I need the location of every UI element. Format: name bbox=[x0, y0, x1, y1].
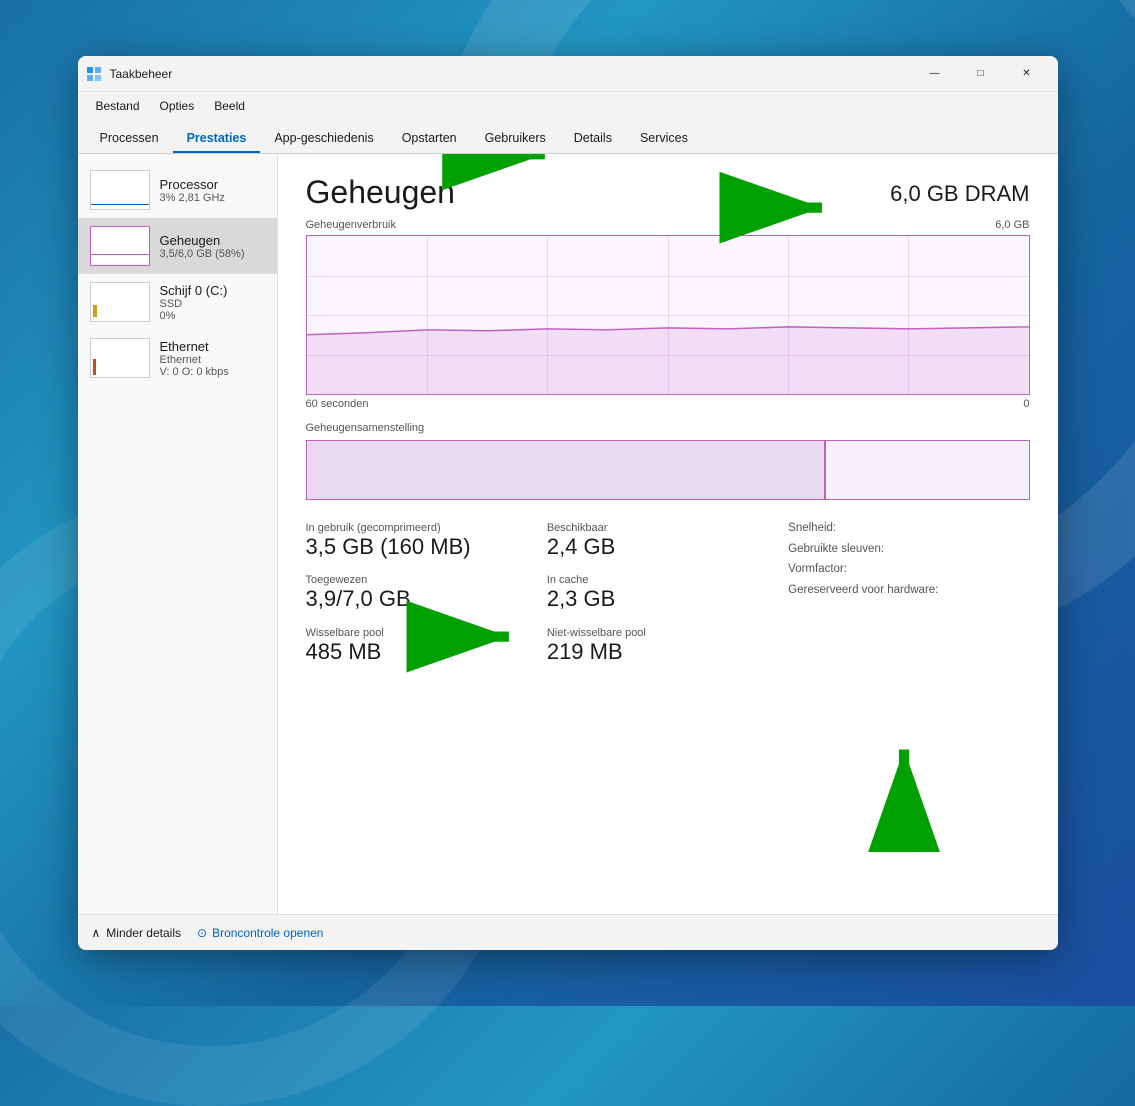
stats-col3: Snelheid: Gebruikte sleuven: Vormfactor:… bbox=[788, 518, 1029, 675]
tab-bar: Processen Prestaties App-geschiedenis Op… bbox=[78, 120, 1058, 154]
composition-section: Geheugensamenstelling bbox=[306, 422, 1030, 500]
disk-info: Schijf 0 (C:) SSD 0% bbox=[160, 283, 228, 322]
in-cache-label: In cache bbox=[547, 574, 788, 586]
niet-wisselbare-label: Niet-wisselbare pool bbox=[547, 627, 788, 639]
processor-name: Processor bbox=[160, 177, 225, 192]
toegewezen-value: 3,9/7,0 GB bbox=[306, 586, 547, 612]
vormfactor-label: Vormfactor: bbox=[788, 559, 1029, 580]
menu-beeld[interactable]: Beeld bbox=[204, 95, 255, 117]
in-gebruik-value: 3,5 GB (160 MB) bbox=[306, 534, 547, 560]
time-label: 60 seconden bbox=[306, 398, 369, 410]
in-gebruik-cell: In gebruik (gecomprimeerd) 3,5 GB (160 M… bbox=[306, 518, 547, 570]
beschikbaar-label: Beschikbaar bbox=[547, 522, 788, 534]
toegewezen-cell: Toegewezen 3,9/7,0 GB bbox=[306, 570, 547, 622]
usage-max: 6,0 GB bbox=[995, 219, 1029, 231]
toegewezen-label: Toegewezen bbox=[306, 574, 547, 586]
sidebar-item-disk[interactable]: Schijf 0 (C:) SSD 0% bbox=[78, 274, 277, 330]
tab-prestaties[interactable]: Prestaties bbox=[173, 125, 261, 153]
window-controls: — □ ✕ bbox=[912, 56, 1050, 92]
stats-col2: Beschikbaar 2,4 GB In cache 2,3 GB Niet-… bbox=[547, 518, 788, 675]
chart-section: Geheugenverbruik 6,0 GB bbox=[306, 219, 1030, 410]
menu-bestand[interactable]: Bestand bbox=[86, 95, 150, 117]
niet-wisselbare-value: 219 MB bbox=[547, 639, 788, 665]
disk-name: Schijf 0 (C:) bbox=[160, 283, 228, 298]
niet-wisselbare-cell: Niet-wisselbare pool 219 MB bbox=[547, 623, 788, 675]
processor-info: Processor 3% 2,81 GHz bbox=[160, 177, 225, 204]
detail-panel: Geheugen 6,0 GB DRAM Geheugenverbruik 6,… bbox=[278, 154, 1058, 914]
memory-thumbnail bbox=[90, 226, 150, 266]
tab-opstarten[interactable]: Opstarten bbox=[388, 125, 471, 153]
gereserveerd-label: Gereserveerd voor hardware: bbox=[788, 580, 1029, 601]
tab-services[interactable]: Services bbox=[626, 125, 702, 153]
chart-label-row: Geheugenverbruik 6,0 GB bbox=[306, 219, 1030, 231]
tab-app-geschiedenis[interactable]: App-geschiedenis bbox=[260, 125, 387, 153]
in-cache-cell: In cache 2,3 GB bbox=[547, 570, 788, 622]
ethernet-sub2: V: 0 O: 0 kbps bbox=[160, 366, 229, 378]
memory-chart bbox=[306, 235, 1030, 395]
tab-gebruikers[interactable]: Gebruikers bbox=[471, 125, 560, 153]
tab-details[interactable]: Details bbox=[560, 125, 626, 153]
wisselbare-cell: Wisselbare pool 485 MB bbox=[306, 623, 547, 675]
processor-thumbnail bbox=[90, 170, 150, 210]
ethernet-sub1: Ethernet bbox=[160, 354, 229, 366]
resource-monitor-link[interactable]: ⊙ Broncontrole openen bbox=[197, 926, 323, 940]
composition-bar bbox=[306, 440, 1030, 500]
in-gebruik-label: In gebruik (gecomprimeerd) bbox=[306, 522, 547, 534]
processor-sub: 3% 2,81 GHz bbox=[160, 192, 225, 204]
memory-info: Geheugen 3,5/6,0 GB (58%) bbox=[160, 233, 245, 260]
memory-sub: 3,5/6,0 GB (58%) bbox=[160, 248, 245, 260]
stats-grid: In gebruik (gecomprimeerd) 3,5 GB (160 M… bbox=[306, 518, 1030, 675]
ethernet-thumbnail bbox=[90, 338, 150, 378]
sidebar: Processor 3% 2,81 GHz Geheugen 3,5/6,0 G… bbox=[78, 154, 278, 914]
resource-monitor-icon: ⊙ bbox=[197, 926, 207, 940]
titlebar: Taakbeheer — □ ✕ bbox=[78, 56, 1058, 92]
composition-label: Geheugensamenstelling bbox=[306, 422, 1030, 434]
stats-col1: In gebruik (gecomprimeerd) 3,5 GB (160 M… bbox=[306, 518, 547, 675]
maximize-button[interactable]: □ bbox=[958, 56, 1004, 92]
wisselbare-label: Wisselbare pool bbox=[306, 627, 547, 639]
beschikbaar-value: 2,4 GB bbox=[547, 534, 788, 560]
footer: ∧ Minder details ⊙ Broncontrole openen bbox=[78, 914, 1058, 950]
gebruikte-sleuven-label: Gebruikte sleuven: bbox=[788, 539, 1029, 560]
detail-header: Geheugen 6,0 GB DRAM bbox=[306, 174, 1030, 211]
beschikbaar-cell: Beschikbaar 2,4 GB bbox=[547, 518, 788, 570]
sidebar-item-processor[interactable]: Processor 3% 2,81 GHz bbox=[78, 162, 277, 218]
tab-processen[interactable]: Processen bbox=[86, 125, 173, 153]
usage-label: Geheugenverbruik bbox=[306, 219, 397, 231]
ethernet-info: Ethernet Ethernet V: 0 O: 0 kbps bbox=[160, 339, 229, 378]
close-button[interactable]: ✕ bbox=[1004, 56, 1050, 92]
time-zero: 0 bbox=[1023, 398, 1029, 410]
task-manager-window: Taakbeheer — □ ✕ Bestand Opties Beeld Pr… bbox=[78, 56, 1058, 950]
menu-bar: Bestand Opties Beeld bbox=[78, 92, 1058, 120]
window-title: Taakbeheer bbox=[110, 67, 912, 81]
sidebar-item-ethernet[interactable]: Ethernet Ethernet V: 0 O: 0 kbps bbox=[78, 330, 277, 386]
app-icon bbox=[86, 66, 102, 82]
in-cache-value: 2,3 GB bbox=[547, 586, 788, 612]
snelheid-label: Snelheid: bbox=[788, 518, 1029, 539]
comp-available bbox=[826, 441, 1028, 499]
detail-title: Geheugen bbox=[306, 174, 455, 211]
disk-sub2: 0% bbox=[160, 310, 228, 322]
resource-monitor-label: Broncontrole openen bbox=[212, 926, 323, 940]
chart-grid bbox=[307, 236, 1029, 394]
ethernet-name: Ethernet bbox=[160, 339, 229, 354]
chevron-up-icon: ∧ bbox=[92, 926, 101, 940]
disk-thumbnail bbox=[90, 282, 150, 322]
less-details-button[interactable]: ∧ Minder details bbox=[92, 926, 182, 940]
main-content: Processor 3% 2,81 GHz Geheugen 3,5/6,0 G… bbox=[78, 154, 1058, 914]
menu-opties[interactable]: Opties bbox=[150, 95, 205, 117]
disk-sub1: SSD bbox=[160, 298, 228, 310]
less-details-label: Minder details bbox=[106, 926, 181, 940]
chart-time-row: 60 seconden 0 bbox=[306, 398, 1030, 410]
comp-used bbox=[307, 441, 827, 499]
sidebar-item-memory[interactable]: Geheugen 3,5/6,0 GB (58%) bbox=[78, 218, 277, 274]
minimize-button[interactable]: — bbox=[912, 56, 958, 92]
detail-dram: 6,0 GB DRAM bbox=[890, 181, 1029, 211]
wisselbare-value: 485 MB bbox=[306, 639, 547, 665]
memory-name: Geheugen bbox=[160, 233, 245, 248]
